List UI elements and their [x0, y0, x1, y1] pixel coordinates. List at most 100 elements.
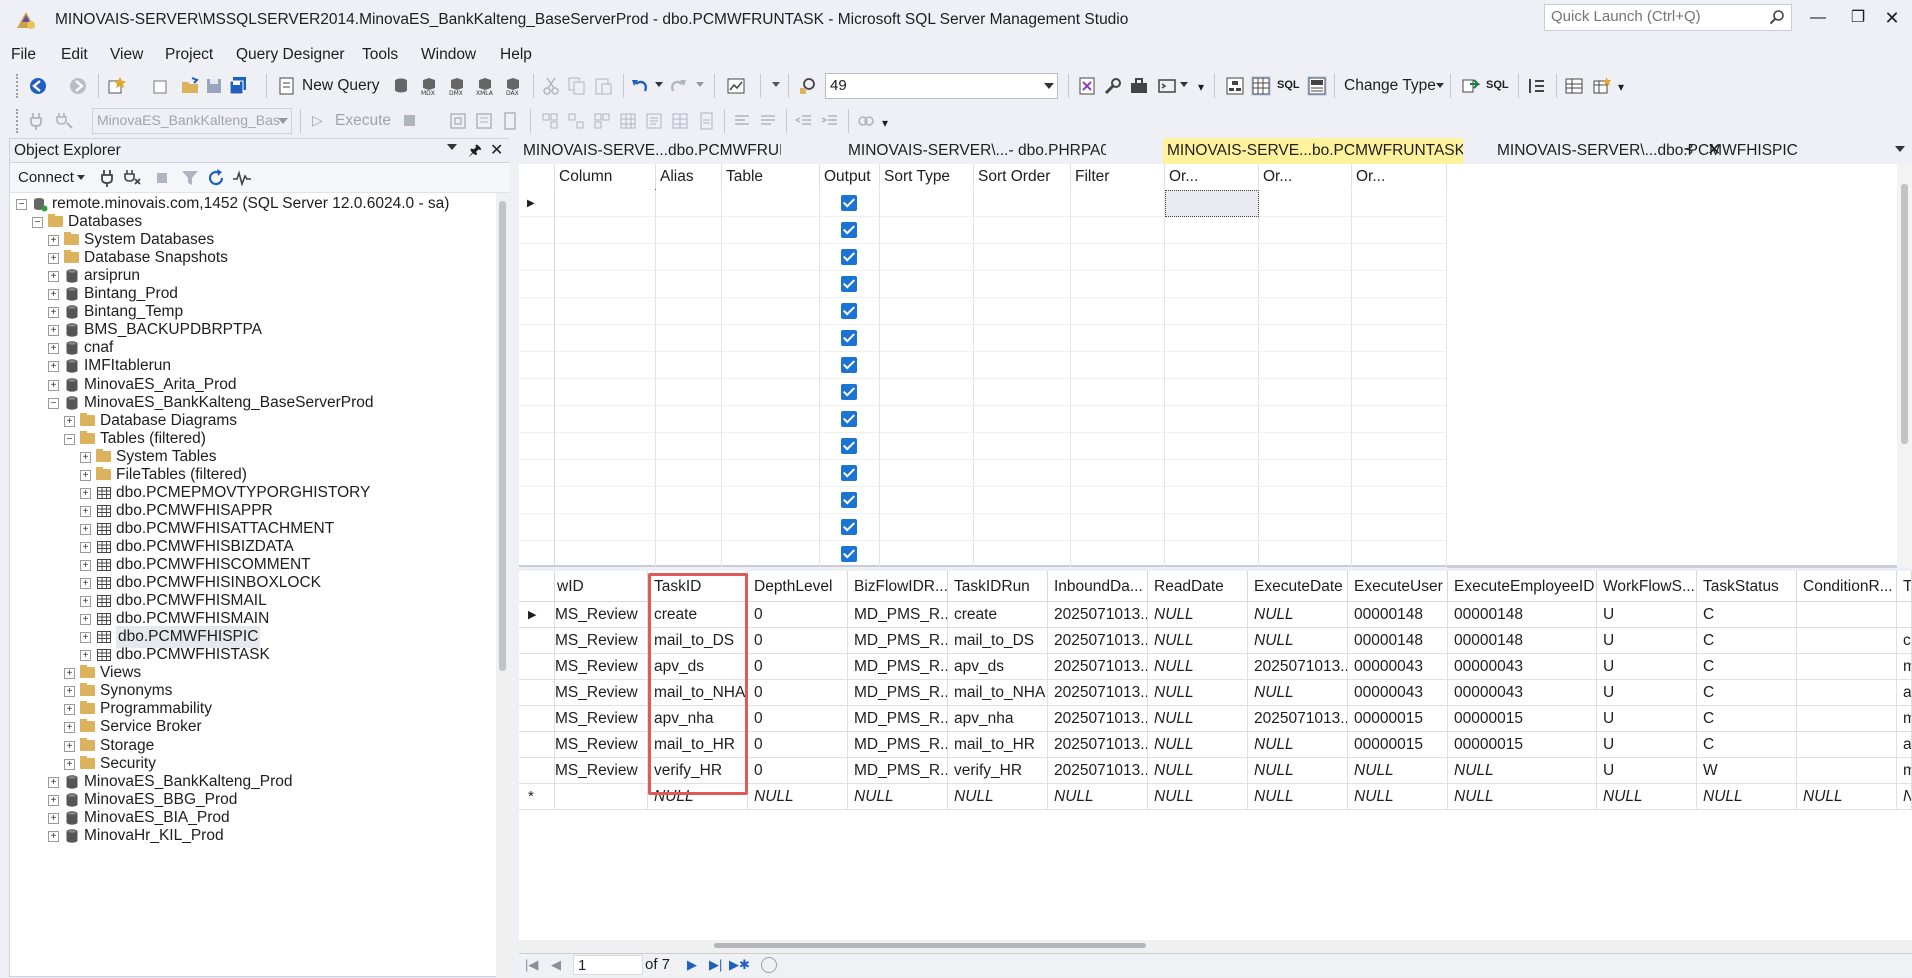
criteria-table-cell[interactable] [722, 271, 820, 298]
criteria-header[interactable]: Sort Order [974, 164, 1071, 189]
menu-edit[interactable]: Edit [61, 42, 88, 68]
criteria-scrollbar[interactable] [1897, 164, 1912, 568]
criteria-or-cell[interactable] [1259, 406, 1352, 433]
grid-cell[interactable] [1897, 602, 1912, 628]
tab-pcmwfruntask[interactable]: MINOVAIS-SERVE...bo.PCMWFRUNTASK [1163, 138, 1463, 164]
row-selector[interactable] [519, 406, 555, 433]
show-results-pane-icon[interactable] [1307, 76, 1327, 96]
copy-icon[interactable] [567, 76, 587, 96]
criteria-alias-cell[interactable] [656, 487, 722, 514]
row-selector[interactable]: * [519, 784, 555, 810]
criteria-sort-order-cell[interactable] [974, 271, 1071, 298]
expander-icon[interactable]: + [64, 704, 75, 716]
specify-template-values-icon[interactable] [856, 111, 876, 131]
grid-cell[interactable]: 00000148 [1348, 602, 1448, 628]
row-selector[interactable] [519, 298, 555, 325]
criteria-or-cell[interactable] [1259, 190, 1352, 217]
dmx-query-icon[interactable]: DMX [447, 76, 467, 96]
expander-icon[interactable]: + [80, 578, 91, 590]
grid-column-header[interactable]: WorkFlowS... [1597, 571, 1697, 602]
live-stats-icon[interactable] [592, 111, 612, 131]
grid-cell[interactable] [555, 784, 648, 810]
criteria-or-cell[interactable] [1352, 190, 1447, 217]
include-plan-icon[interactable] [566, 111, 586, 131]
grid-cell[interactable]: NULL [1448, 758, 1597, 784]
criteria-sort-order-cell[interactable] [974, 460, 1071, 487]
available-databases-combo[interactable]: MinovaES_BankKalteng_Bas [92, 108, 292, 134]
comment-icon[interactable] [732, 111, 752, 131]
grid-cell[interactable] [1797, 758, 1897, 784]
results-horizontal-scrollbar[interactable] [519, 940, 1912, 953]
grid-cell[interactable]: NULL [848, 784, 948, 810]
solution-config-dropdown-icon[interactable] [772, 82, 780, 87]
activity-monitor-icon[interactable] [232, 168, 252, 188]
redo-dropdown-icon[interactable] [696, 82, 704, 87]
criteria-filter-cell[interactable] [1071, 406, 1165, 433]
grid-cell[interactable]: NULL [948, 784, 1048, 810]
criteria-or-cell[interactable] [1352, 541, 1447, 568]
grid-cell[interactable]: U [1597, 758, 1697, 784]
menu-project[interactable]: Project [165, 42, 213, 68]
criteria-sort-type-cell[interactable] [880, 298, 974, 325]
new-project-icon[interactable] [106, 76, 126, 96]
connect-dropdown-icon[interactable] [77, 175, 85, 180]
grid-cell[interactable]: 00000148 [1348, 628, 1448, 654]
criteria-or-cell[interactable] [1352, 244, 1447, 271]
toolbar-grip-2[interactable] [16, 109, 20, 133]
expander-icon[interactable]: + [64, 722, 75, 734]
criteria-or-cell[interactable] [1165, 379, 1259, 406]
criteria-header[interactable]: Or... [1352, 164, 1447, 189]
criteria-sort-type-cell[interactable] [880, 352, 974, 379]
criteria-or-cell[interactable] [1259, 487, 1352, 514]
database-engine-query-icon[interactable] [391, 76, 411, 96]
show-sql-pane-button[interactable]: SQL [1277, 79, 1300, 91]
criteria-or-cell[interactable] [1352, 352, 1447, 379]
grid-cell[interactable]: NULL [1248, 628, 1348, 654]
row-selector[interactable] [519, 217, 555, 244]
grid-cell[interactable]: a [1897, 732, 1912, 758]
cut-icon[interactable] [541, 76, 561, 96]
mdx-query-icon[interactable]: MDX [419, 76, 439, 96]
grid-cell[interactable]: apv_ds [948, 654, 1048, 680]
grid-cell[interactable]: MS_Review [555, 732, 648, 758]
grid-cell[interactable]: 0 [748, 732, 848, 758]
criteria-sort-type-cell[interactable] [880, 433, 974, 460]
grid-cell[interactable]: 0 [748, 706, 848, 732]
criteria-filter-cell[interactable] [1071, 271, 1165, 298]
add-table-icon[interactable] [1564, 76, 1584, 96]
criteria-or-cell[interactable] [1165, 244, 1259, 271]
grid-cell[interactable]: m [1897, 706, 1912, 732]
grid-column-header[interactable]: InboundDa... [1048, 571, 1148, 602]
criteria-column-cell[interactable] [555, 325, 656, 352]
dax-query-icon[interactable]: DAX [503, 76, 523, 96]
row-selector[interactable] [519, 654, 555, 680]
last-record-icon[interactable]: ▶| [709, 957, 722, 973]
grid-cell[interactable]: U [1597, 706, 1697, 732]
grid-cell[interactable]: 2025071013... [1048, 654, 1148, 680]
criteria-sort-order-cell[interactable] [974, 352, 1071, 379]
grid-cell[interactable] [1797, 628, 1897, 654]
grid-cell[interactable]: 0 [748, 602, 848, 628]
grid-column-header[interactable]: wID [555, 571, 648, 602]
new-query-icon[interactable] [277, 76, 297, 96]
grid-cell[interactable]: NULL [1248, 732, 1348, 758]
group-by-icon[interactable] [1527, 76, 1547, 96]
tab-pcmwfrunpic[interactable]: MINOVAIS-SERVE...dbo.PCMWFRUNPIC [519, 138, 781, 164]
scrollbar-thumb[interactable] [499, 201, 506, 671]
tab-phrpa0047[interactable]: MINOVAIS-SERVER\...- dbo.PHRPA0047 [844, 138, 1106, 164]
grid-cell[interactable]: 00000043 [1348, 680, 1448, 706]
criteria-alias-cell[interactable] [656, 541, 722, 568]
output-checkbox[interactable] [841, 330, 857, 346]
grid-cell[interactable]: NULL [1797, 784, 1897, 810]
grid-cell[interactable]: C [1697, 654, 1797, 680]
grid-cell[interactable]: C [1697, 602, 1797, 628]
grid-cell[interactable]: MS_Review [555, 602, 648, 628]
criteria-or-cell[interactable] [1259, 514, 1352, 541]
object-explorer-scrollbar[interactable] [496, 193, 509, 978]
criteria-table-cell[interactable] [722, 514, 820, 541]
grid-cell[interactable]: 00000043 [1348, 654, 1448, 680]
query-options-icon[interactable] [500, 111, 520, 131]
record-number-field[interactable]: 1 [573, 955, 643, 975]
output-checkbox[interactable] [841, 222, 857, 238]
expander-icon[interactable]: + [48, 830, 59, 842]
